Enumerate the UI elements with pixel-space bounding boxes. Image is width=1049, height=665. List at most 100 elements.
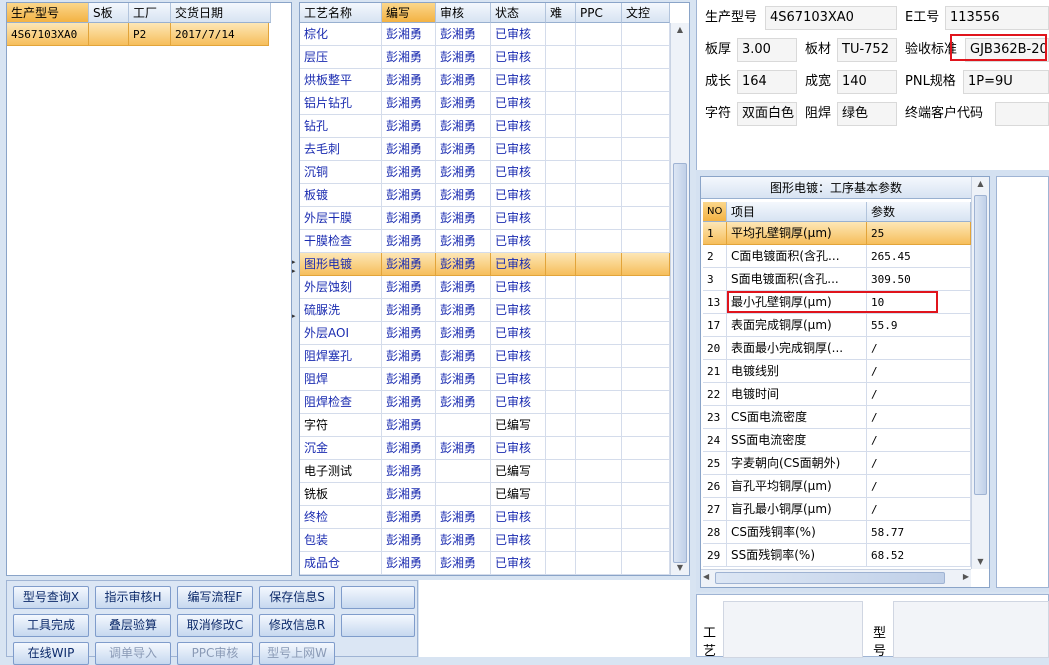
save-info-button[interactable]: 保存信息S xyxy=(259,586,335,609)
online-wip-button[interactable]: 在线WIP xyxy=(13,642,89,665)
table-row[interactable]: 干膜检查 彭湘勇 彭湘勇 已审核 xyxy=(300,230,670,253)
process-scrollbar[interactable]: ▲ ▼ xyxy=(670,23,689,575)
col-header-param[interactable]: 参数 xyxy=(867,202,971,222)
difficulty-cell xyxy=(546,299,576,322)
table-row[interactable]: 外层蚀刻 彭湘勇 彭湘勇 已审核 xyxy=(300,276,670,299)
col-header-delivery-date[interactable]: 交货日期 xyxy=(171,3,271,23)
table-row[interactable]: 去毛刺 彭湘勇 彭湘勇 已审核 xyxy=(300,138,670,161)
param-row[interactable]: 1 平均孔壁铜厚(μm) 25 xyxy=(701,222,971,245)
param-row[interactable]: 29 SS面残铜率(%) 68.52 xyxy=(701,544,971,567)
table-row[interactable]: 硫脲洗 彭湘勇 彭湘勇 已审核 xyxy=(300,299,670,322)
param-row[interactable]: 21 电镀线别 / xyxy=(701,360,971,383)
material-field[interactable]: TU-752 xyxy=(837,38,897,62)
scroll-right-arrow[interactable]: ▶ xyxy=(963,572,969,581)
thickness-field[interactable]: 3.00 xyxy=(737,38,797,62)
param-row[interactable]: 28 CS面残铜率(%) 58.77 xyxy=(701,521,971,544)
col-header-status[interactable]: 状态 xyxy=(491,3,546,23)
table-row[interactable]: 4S67103XA0 P2 2017/7/14 xyxy=(7,23,269,46)
difficulty-cell xyxy=(546,322,576,345)
stack-check-button[interactable]: 叠层验算 xyxy=(95,614,171,637)
param-row[interactable]: 22 电镀时间 / xyxy=(701,383,971,406)
col-header-process[interactable]: 工艺名称 xyxy=(300,3,382,23)
table-row[interactable]: 字符 彭湘勇 已编写 xyxy=(300,414,670,437)
pnl-field[interactable]: 1P=9U xyxy=(963,70,1049,94)
col-header-reviewer[interactable]: 审核 xyxy=(436,3,491,23)
width-field[interactable]: 140 xyxy=(837,70,897,94)
tool-complete-button[interactable]: 工具完成 xyxy=(13,614,89,637)
ppc-review-button[interactable]: PPC审核 xyxy=(177,642,253,665)
blank-button[interactable] xyxy=(341,614,415,637)
scroll-down-arrow[interactable]: ▼ xyxy=(671,561,689,575)
doc-control-cell xyxy=(622,345,670,368)
table-row[interactable]: 阻焊 彭湘勇 彭湘勇 已审核 xyxy=(300,368,670,391)
import-order-button[interactable]: 调单导入 xyxy=(95,642,171,665)
model-online-button[interactable]: 型号上网W xyxy=(259,642,335,665)
param-row[interactable]: 27 盲孔最小铜厚(μm) / xyxy=(701,498,971,521)
model-field[interactable]: 4S67103XA0 xyxy=(765,6,897,30)
param-row[interactable]: 17 表面完成铜厚(μm) 55.9 xyxy=(701,314,971,337)
table-row[interactable]: 板镀 彭湘勇 彭湘勇 已审核 xyxy=(300,184,670,207)
table-row[interactable]: 铝片钻孔 彭湘勇 彭湘勇 已审核 xyxy=(300,92,670,115)
param-row[interactable]: 20 表面最小完成铜厚(... / xyxy=(701,337,971,360)
table-row[interactable]: 棕化 彭湘勇 彭湘勇 已审核 xyxy=(300,23,670,46)
writer-cell: 彭湘勇 xyxy=(382,138,436,161)
col-header-writer[interactable]: 编写 xyxy=(382,3,436,23)
table-row[interactable]: 外层干膜 彭湘勇 彭湘勇 已审核 xyxy=(300,207,670,230)
instruction-review-button[interactable]: 指示审核H xyxy=(95,586,171,609)
write-flow-button[interactable]: 编写流程F xyxy=(177,586,253,609)
process-name-cell: 阻焊 xyxy=(300,368,382,391)
table-row[interactable]: 钻孔 彭湘勇 彭湘勇 已审核 xyxy=(300,115,670,138)
cancel-edit-button[interactable]: 取消修改C xyxy=(177,614,253,637)
model-query-button[interactable]: 型号查询X xyxy=(13,586,89,609)
col-header-no[interactable]: NO xyxy=(703,202,727,222)
table-row[interactable]: 层压 彭湘勇 彭湘勇 已审核 xyxy=(300,46,670,69)
scroll-up-arrow[interactable]: ▲ xyxy=(671,23,689,37)
table-row[interactable]: 阻焊检查 彭湘勇 彭湘勇 已审核 xyxy=(300,391,670,414)
table-row[interactable]: 终检 彭湘勇 彭湘勇 已审核 xyxy=(300,506,670,529)
scroll-down-arrow[interactable]: ▼ xyxy=(972,555,989,569)
param-row[interactable]: 24 SS面电流密度 / xyxy=(701,429,971,452)
blank-button[interactable] xyxy=(341,586,415,609)
ppc-cell xyxy=(576,230,622,253)
col-header-factory[interactable]: 工厂 xyxy=(129,3,171,23)
table-row[interactable]: 成品仓 彭湘勇 彭湘勇 已审核 xyxy=(300,552,670,575)
status-cell: 已编写 xyxy=(491,460,546,483)
col-header-sboard[interactable]: S板 xyxy=(89,3,129,23)
param-row[interactable]: 25 字麦朝向(CS面朝外) / xyxy=(701,452,971,475)
col-header-ppc[interactable]: PPC xyxy=(576,3,622,23)
scroll-thumb[interactable] xyxy=(673,163,687,563)
ppc-cell xyxy=(576,115,622,138)
mask-field[interactable]: 绿色 xyxy=(837,102,897,126)
col-header-item[interactable]: 项目 xyxy=(727,202,867,222)
scroll-up-arrow[interactable]: ▲ xyxy=(972,177,989,191)
scroll-thumb[interactable] xyxy=(974,195,987,495)
table-row[interactable]: 外层AOI 彭湘勇 彭湘勇 已审核 xyxy=(300,322,670,345)
table-row[interactable]: 铣板 彭湘勇 已编写 xyxy=(300,483,670,506)
hscroll-thumb[interactable] xyxy=(715,572,945,584)
params-scrollbar[interactable]: ▲ ▼ xyxy=(971,177,989,569)
col-header-doc-control[interactable]: 文控 xyxy=(622,3,670,23)
params-hscrollbar[interactable]: ◀ ▶ xyxy=(701,569,971,587)
param-row[interactable]: 26 盲孔平均铜厚(μm) / xyxy=(701,475,971,498)
col-header-model[interactable]: 生产型号 xyxy=(7,3,89,23)
table-row[interactable]: 沉金 彭湘勇 彭湘勇 已审核 xyxy=(300,437,670,460)
eno-field[interactable]: 113556 xyxy=(945,6,1049,30)
param-row[interactable]: 23 CS面电流密度 / xyxy=(701,406,971,429)
table-row[interactable]: 电子测试 彭湘勇 已编写 xyxy=(300,460,670,483)
col-header-difficulty[interactable]: 难 xyxy=(546,3,576,23)
customer-field[interactable] xyxy=(995,102,1049,126)
doc-control-cell xyxy=(622,115,670,138)
char-field[interactable]: 双面白色 xyxy=(737,102,797,126)
table-row[interactable]: 沉铜 彭湘勇 彭湘勇 已审核 xyxy=(300,161,670,184)
process-name-cell: 终检 xyxy=(300,506,382,529)
table-row[interactable]: 烘板整平 彭湘勇 彭湘勇 已审核 xyxy=(300,69,670,92)
param-row[interactable]: 2 C面电镀面积(含孔... 265.45 xyxy=(701,245,971,268)
param-row[interactable]: 3 S面电镀面积(含孔... 309.50 xyxy=(701,268,971,291)
table-row[interactable]: 阻焊塞孔 彭湘勇 彭湘勇 已审核 xyxy=(300,345,670,368)
difficulty-cell xyxy=(546,276,576,299)
table-row[interactable]: 图形电镀 彭湘勇 彭湘勇 已审核 xyxy=(300,253,670,276)
edit-info-button[interactable]: 修改信息R xyxy=(259,614,335,637)
length-field[interactable]: 164 xyxy=(737,70,797,94)
table-row[interactable]: 包装 彭湘勇 彭湘勇 已审核 xyxy=(300,529,670,552)
scroll-left-arrow[interactable]: ◀ xyxy=(703,572,709,581)
